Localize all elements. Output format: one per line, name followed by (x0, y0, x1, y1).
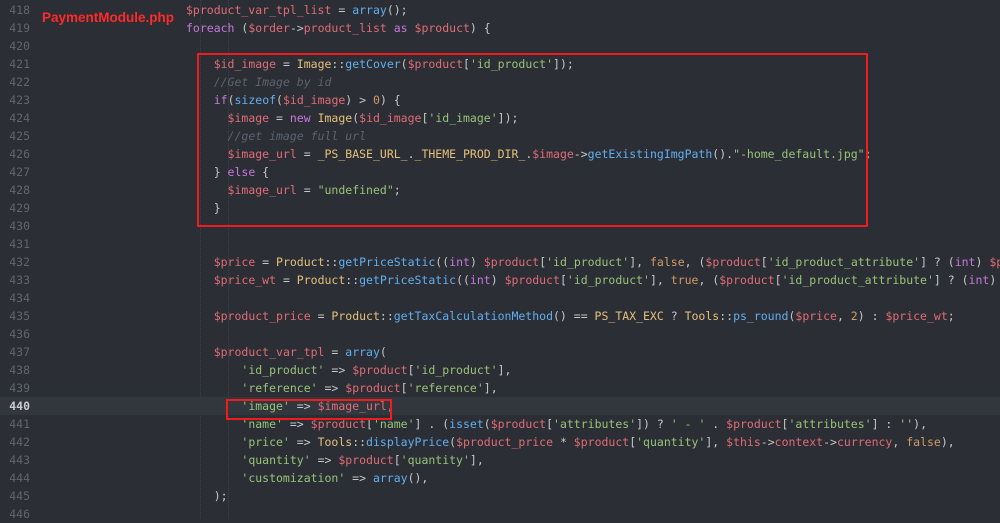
code-line[interactable]: 443 'quantity' => $product['quantity'], (0, 451, 1000, 469)
code-text: $product_price = Product::getTaxCalculat… (213, 309, 955, 323)
code-line[interactable]: 439 'reference' => $product['reference']… (0, 379, 1000, 397)
code-text: $price = Product::getPriceStatic((int) $… (213, 255, 1000, 269)
code-line[interactable]: 438 'id_product' => $product['id_product… (0, 361, 1000, 379)
code-text: 'quantity' => $product['quantity'], (241, 453, 484, 467)
line-number: 428 (9, 183, 30, 197)
line-number: 422 (9, 75, 30, 89)
code-line[interactable]: 442 'price' => Tools::displayPrice($prod… (0, 433, 1000, 451)
line-number: 437 (9, 345, 30, 359)
line-number: 434 (9, 291, 30, 305)
code-text: 'id_product' => $product['id_product'], (241, 363, 512, 377)
line-number: 433 (9, 273, 30, 287)
line-number: 431 (9, 237, 30, 251)
code-text: $product_var_tpl = array( (213, 345, 387, 359)
line-number: 443 (9, 453, 30, 467)
code-line[interactable]: 446 (0, 505, 1000, 523)
line-number: 418 (9, 3, 30, 17)
line-number: 429 (9, 201, 30, 215)
code-line[interactable]: 437 $product_var_tpl = array( (0, 343, 1000, 361)
line-number: 420 (9, 39, 30, 53)
line-number: 438 (9, 363, 30, 377)
line-number: 425 (9, 129, 30, 143)
code-line[interactable]: 434 (0, 289, 1000, 307)
code-text: 'customization' => array(), (241, 471, 429, 485)
code-line[interactable]: 431 (0, 235, 1000, 253)
line-number: 426 (9, 147, 30, 161)
code-highlight-box (197, 53, 868, 227)
code-line[interactable]: 444 'customization' => array(), (0, 469, 1000, 487)
code-line[interactable]: 445 ); (0, 487, 1000, 505)
line-number: 424 (9, 111, 30, 125)
code-line[interactable]: 440 'image' => $image_url, (0, 397, 1000, 415)
line-number: 442 (9, 435, 30, 449)
line-number: 439 (9, 381, 30, 395)
line-number: 430 (9, 219, 30, 233)
line-number: 421 (9, 57, 30, 71)
code-line[interactable]: 433 $price_wt = Product::getPriceStatic(… (0, 271, 1000, 289)
code-line[interactable]: 436 (0, 325, 1000, 343)
code-text: 'reference' => $product['reference'], (241, 381, 498, 395)
code-text: foreach ($order->product_list as $produc… (186, 21, 491, 35)
file-name-label: PaymentModule.php (42, 10, 175, 25)
image-key-highlight-box (226, 399, 392, 420)
line-number: 446 (9, 507, 30, 521)
code-line[interactable]: 435 $product_price = Product::getTaxCalc… (0, 307, 1000, 325)
code-text: ); (186, 489, 228, 503)
line-number: 445 (9, 489, 30, 503)
line-number: 436 (9, 327, 30, 341)
line-number: 444 (9, 471, 30, 485)
line-number: 427 (9, 165, 30, 179)
line-number: 419 (9, 21, 30, 35)
line-number: 432 (9, 255, 30, 269)
code-line[interactable]: 441 'name' => $product['name'] . (isset(… (0, 415, 1000, 433)
code-text: 'price' => Tools::displayPrice($product_… (241, 435, 955, 449)
line-number: 441 (9, 417, 30, 431)
code-line[interactable]: 432 $price = Product::getPriceStatic((in… (0, 253, 1000, 271)
code-text: $product_var_tpl_list = array(); (186, 3, 408, 17)
line-number: 435 (9, 309, 30, 323)
line-number: 440 (9, 399, 30, 413)
line-number: 423 (9, 93, 30, 107)
code-text: $price_wt = Product::getPriceStatic((int… (213, 273, 997, 287)
code-editor[interactable]: 418 $product_var_tpl_list = array(); 419 fo… (0, 0, 1000, 521)
